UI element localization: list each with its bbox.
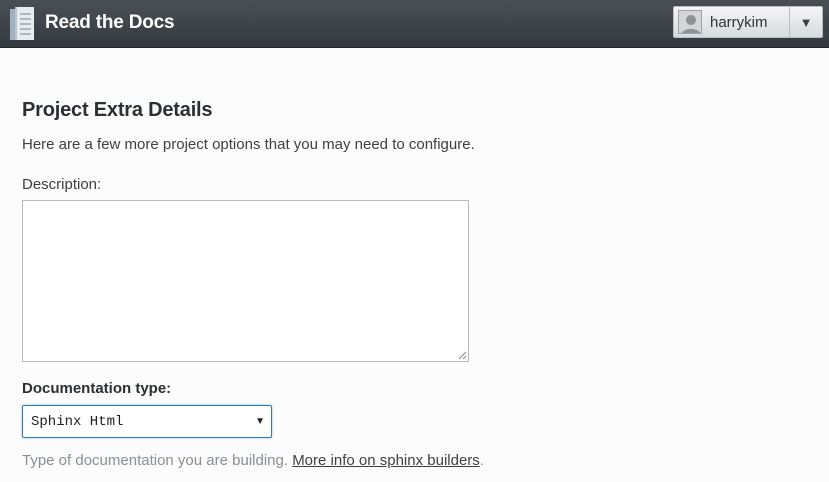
brand-title[interactable]: Read the Docs	[45, 12, 175, 34]
help-text-tail: .	[479, 452, 484, 469]
select-caret-icon: ▼	[255, 416, 265, 427]
documentation-type-value: Sphinx Html	[31, 413, 124, 430]
user-menu-button[interactable]: harrykim	[674, 7, 790, 37]
user-avatar-icon	[678, 10, 702, 34]
intro-text: Here are a few more project options that…	[22, 136, 475, 153]
top-navigation-bar: Read the Docs harrykim ▼	[0, 0, 829, 48]
description-field[interactable]	[22, 200, 469, 362]
caret-down-icon[interactable]: ▼	[790, 7, 822, 37]
documentation-type-label: Documentation type:	[22, 380, 172, 397]
help-text: Type of documentation you are building.	[22, 452, 289, 469]
resize-grip-icon[interactable]	[457, 350, 467, 360]
sphinx-builders-link[interactable]: More info on sphinx builders	[292, 452, 480, 469]
book-icon[interactable]	[10, 7, 34, 41]
page-title: Project Extra Details	[22, 99, 213, 121]
documentation-type-select[interactable]: Sphinx Html ▼	[22, 405, 272, 438]
documentation-type-help: Type of documentation you are building. …	[22, 452, 484, 469]
user-menu[interactable]: harrykim ▼	[673, 6, 823, 38]
description-label: Description:	[22, 176, 102, 193]
username-label: harrykim	[710, 13, 768, 31]
